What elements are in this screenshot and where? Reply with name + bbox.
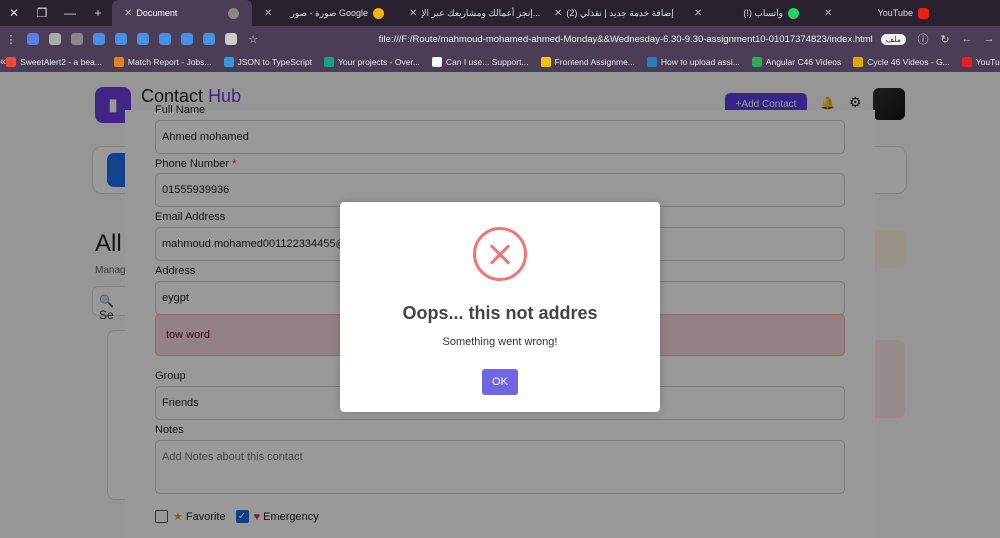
bookmark-label: How to upload assi... [660, 57, 740, 67]
google-photos-icon [373, 7, 384, 19]
close-tab-icon[interactable]: ✕ [409, 8, 417, 19]
close-window-icon[interactable]: ✕ [0, 0, 28, 26]
tab-google-photos[interactable]: ✕ صورة - صور Google [252, 0, 397, 26]
eyedropper-icon[interactable] [225, 33, 237, 45]
new-tab-button[interactable]: + [84, 0, 112, 26]
bookmark-item[interactable]: YouTube [961, 57, 1000, 67]
bookmark-label: Match Report - Jobs... [127, 57, 212, 67]
extension-icon[interactable] [137, 33, 149, 45]
url-field[interactable]: file:///F:/Route/mahmoud-mohamed-ahmed-M… [264, 34, 881, 45]
tab-label: إنجز أعمالك ومشاريعك عبر الإ... [421, 7, 541, 18]
tab-label: (!) واتساب [743, 7, 783, 18]
bookmark-icon [646, 57, 657, 67]
bookmark-item[interactable]: Cycle 46 Videos - G... [853, 57, 950, 67]
extension-icon[interactable] [181, 33, 193, 45]
close-tab-icon[interactable]: ✕ [824, 8, 832, 19]
tab-youtube[interactable]: ✕ YouTube [812, 0, 942, 26]
extension-icon[interactable] [159, 33, 171, 45]
bookmark-item[interactable]: How to upload assi... [646, 57, 740, 67]
youtube-icon [918, 7, 929, 19]
extension-icon[interactable] [93, 33, 105, 45]
bookmark-label: Frontend Assignme... [554, 57, 635, 67]
info-icon[interactable]: ⓘ [912, 28, 934, 50]
bookmark-label: YouTube [975, 57, 1000, 67]
globe-icon [228, 7, 239, 19]
tab-label: YouTube [877, 8, 913, 18]
bookmark-icon [431, 57, 442, 67]
bookmarks-bar: « SweetAlert2 - a bea... Match Report - … [0, 52, 1000, 72]
bookmark-item[interactable]: Your projects - Over... [323, 57, 420, 67]
dialog-message: Something went wrong! [442, 336, 558, 348]
minimize-window-icon[interactable]: — [56, 0, 84, 26]
file-badge: ملف [880, 33, 906, 45]
bookmark-item[interactable]: Frontend Assignme... [540, 57, 635, 67]
extension-icon[interactable] [203, 33, 215, 45]
bookmark-item[interactable]: Angular C46 Videos [751, 57, 842, 67]
bookmark-item[interactable]: JSON to TypeScript [223, 57, 312, 67]
extension-icon[interactable] [27, 33, 39, 45]
close-tab-icon[interactable]: ✕ [694, 8, 702, 19]
restore-window-icon[interactable]: ❐ [28, 0, 56, 26]
download-icon[interactable] [49, 33, 61, 45]
tab-naqdli[interactable]: ✕ (2) إضافة خدمة جديد | نقذلي [542, 0, 682, 26]
bookmark-label: Your projects - Over... [337, 57, 420, 67]
bookmark-label: SweetAlert2 - a bea... [20, 57, 102, 67]
youtube-icon [961, 57, 972, 67]
tab-whatsapp[interactable]: ✕ (!) واتساب [682, 0, 812, 26]
extension-icon[interactable] [71, 33, 83, 45]
back-icon[interactable]: → [978, 28, 1000, 50]
whatsapp-icon [788, 7, 799, 19]
forward-icon[interactable]: ← [956, 28, 978, 50]
browser-tab-bar: ✕ ❐ — + ✕ Document ✕ صورة - صور Google ✕… [0, 0, 1000, 26]
bookmark-icon [6, 57, 17, 67]
close-tab-icon[interactable]: ✕ [124, 8, 132, 19]
tab-label: صورة - صور Google [290, 7, 368, 18]
dialog-title: Oops... this not addres [402, 303, 598, 323]
browser-address-bar: ⋮ ☆ file:///F:/Route/mahmoud-mohamed-ahm… [0, 26, 1000, 52]
bookmark-item[interactable]: SweetAlert2 - a bea... [6, 57, 102, 67]
bookmark-item[interactable]: Match Report - Jobs... [113, 57, 212, 67]
bookmark-label: Angular C46 Videos [765, 57, 842, 67]
bookmark-label: Cycle 46 Videos - G... [867, 57, 950, 67]
tab-label: (2) إضافة خدمة جديد | نقذلي [566, 7, 674, 18]
close-tab-icon[interactable]: ✕ [554, 8, 562, 19]
bookmark-icon [853, 57, 864, 67]
bookmark-icon [540, 57, 551, 67]
tab-label: Document [136, 8, 178, 18]
google-drive-icon [751, 57, 762, 67]
bookmark-label: JSON to TypeScript [237, 57, 312, 67]
reload-icon[interactable]: ↻ [934, 28, 956, 50]
tab-document[interactable]: ✕ Document [112, 0, 252, 26]
error-dialog: Oops... this not addres Something went w… [340, 202, 660, 412]
extension-icon[interactable] [115, 33, 127, 45]
bookmark-icon [223, 57, 234, 67]
bookmark-icon [323, 57, 334, 67]
ok-button[interactable]: OK [482, 369, 518, 395]
tab-khamsat[interactable]: ✕ إنجز أعمالك ومشاريعك عبر الإ... [397, 0, 542, 26]
error-x-icon [473, 227, 527, 281]
bookmark-icon [113, 57, 124, 67]
bookmark-label: Can I use... Support... [445, 57, 529, 67]
menu-dots-icon[interactable]: ⋮ [0, 28, 22, 50]
close-tab-icon[interactable]: ✕ [264, 8, 272, 19]
bookmark-item[interactable]: Can I use... Support... [431, 57, 529, 67]
star-bookmark-icon[interactable]: ☆ [242, 28, 264, 50]
